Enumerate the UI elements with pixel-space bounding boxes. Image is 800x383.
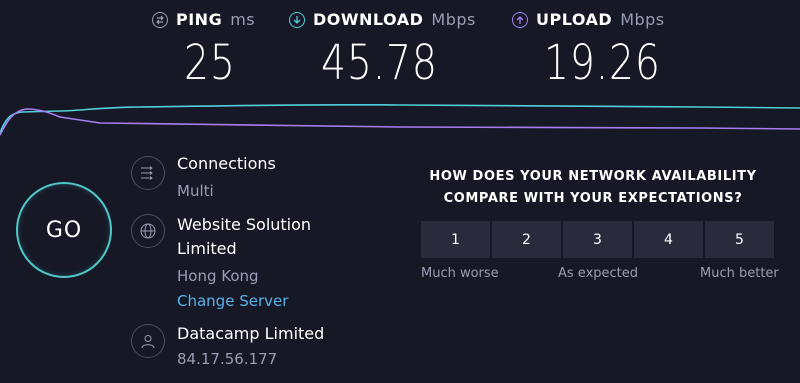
upload-header: UPLOAD Mbps xyxy=(512,10,686,29)
download-value: 45.78 xyxy=(321,35,438,91)
rating-option-4[interactable]: 4 xyxy=(634,221,703,258)
ip-address: 84.17.56.177 xyxy=(177,350,278,368)
change-server-link[interactable]: Change Server xyxy=(177,292,288,310)
upload-label: UPLOAD xyxy=(536,10,613,29)
survey-question-line2: COMPARE WITH YOUR EXPECTATIONS? xyxy=(443,191,743,206)
ping-unit: ms xyxy=(230,10,256,29)
go-button[interactable]: GO xyxy=(16,182,112,278)
rating-option-5[interactable]: 5 xyxy=(705,221,774,258)
upload-unit: Mbps xyxy=(620,10,665,29)
rating-option-3[interactable]: 3 xyxy=(563,221,632,258)
download-label: DOWNLOAD xyxy=(313,10,424,29)
globe-icon xyxy=(131,214,165,248)
ping-metric: PING ms 25 xyxy=(152,10,255,87)
scale-label-mid: As expected xyxy=(558,266,639,281)
upload-speed-line xyxy=(0,108,800,136)
download-metric: DOWNLOAD Mbps 45.78 xyxy=(289,10,476,87)
rating-option-1[interactable]: 1 xyxy=(421,221,490,258)
scale-label-low: Much worse xyxy=(421,266,499,281)
ping-value: 25 xyxy=(184,35,236,91)
server-name-line2: Limited xyxy=(177,239,237,258)
scale-label-high: Much better xyxy=(700,266,779,281)
ping-icon xyxy=(152,11,168,28)
download-speed-line xyxy=(0,103,800,134)
speed-graph xyxy=(0,103,800,136)
ping-label: PING xyxy=(176,10,223,29)
go-label: GO xyxy=(45,217,83,243)
survey-question: HOW DOES YOUR NETWORK AVAILABILITY COMPA… xyxy=(400,166,786,210)
connections-icon xyxy=(131,156,165,190)
user-icon xyxy=(131,324,165,358)
download-header: DOWNLOAD Mbps xyxy=(289,10,476,29)
connections-title: Connections xyxy=(177,154,276,173)
download-unit: Mbps xyxy=(431,10,476,29)
upload-icon xyxy=(512,11,528,28)
server-location: Hong Kong xyxy=(177,267,259,285)
connections-value: Multi xyxy=(177,182,214,200)
rating-option-2[interactable]: 2 xyxy=(492,221,561,258)
survey-question-line1: HOW DOES YOUR NETWORK AVAILABILITY xyxy=(429,169,757,184)
download-icon xyxy=(289,11,305,28)
ping-header: PING ms xyxy=(152,10,255,29)
provider-name: Datacamp Limited xyxy=(177,324,325,343)
upload-metric: UPLOAD Mbps 19.26 xyxy=(512,10,686,87)
server-name-line1: Website Solution xyxy=(177,215,312,234)
upload-value: 19.26 xyxy=(544,35,661,91)
rating-scale: 1 2 3 4 5 xyxy=(421,221,774,258)
